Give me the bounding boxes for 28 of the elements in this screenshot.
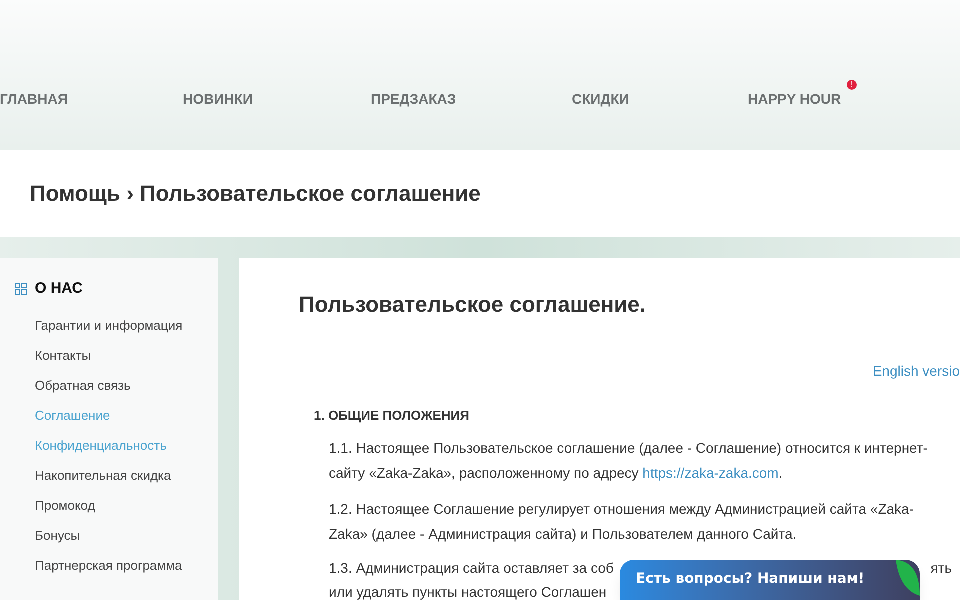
section-heading: 1. ОБЩИЕ ПОЛОЖЕНИЯ — [314, 407, 470, 425]
sidebar-link[interactable]: Контакты — [35, 340, 218, 370]
paragraph: 1.2. Настоящее Соглашение регулирует отношения между Администрацией сайта «Zaka-Zaka» (далее - Администрация сайта) и Пользователем данного Сайта. — [329, 500, 915, 544]
paragraph: 1.1. Настоящее Пользовательское соглашение (далее - Соглашение) относится к интернет-сайту «Zaka-Zaka», расположенному по адресу https://zaka-zaka.com. — [329, 438, 929, 483]
nav-link[interactable]: СКИДКИ — [572, 89, 630, 110]
language-link[interactable]: English versio — [872, 361, 960, 382]
article-title: Пользовательское соглашение. — [299, 291, 647, 319]
chat-button[interactable]: Есть вопросы? Напиши нам! — [620, 560, 920, 600]
notification-badge: ! — [846, 80, 858, 90]
sidebar-heading: О НАС — [35, 279, 83, 299]
paragraph-text: или удалять пункты настоящего Соглашен — [329, 584, 607, 600]
paragraph-text: 1.3. Администрация сайта оставляет за соб — [329, 558, 614, 578]
paragraph-text: ять — [930, 558, 952, 578]
sidebar-link[interactable]: Накопительная скидка — [35, 460, 218, 490]
sidebar-link[interactable]: Соглашение — [35, 400, 218, 430]
grid-icon — [15, 283, 27, 296]
sidebar-link[interactable]: Конфиденциальность — [35, 430, 218, 460]
sidebar-link[interactable]: Партнерская программа — [35, 550, 218, 580]
nav-link[interactable]: НОВИНКИ — [183, 89, 253, 110]
page-title: Помощь › Пользовательское соглашение — [30, 180, 481, 208]
sidebar-link[interactable]: Бонусы — [35, 520, 218, 550]
site-link[interactable]: https://zaka-zaka.com — [642, 464, 779, 480]
nav-link[interactable]: ПРЕДЗАКАЗ — [371, 89, 456, 110]
nav-link[interactable]: ГЛАВНАЯ — [0, 89, 68, 110]
sidebar-link[interactable]: Гарантии и информация — [35, 310, 218, 340]
sidebar-link[interactable]: Промокод — [35, 490, 218, 520]
nav-link[interactable]: HAPPY HOUR — [748, 89, 842, 110]
sidebar-link[interactable]: Обратная связь — [35, 370, 218, 400]
